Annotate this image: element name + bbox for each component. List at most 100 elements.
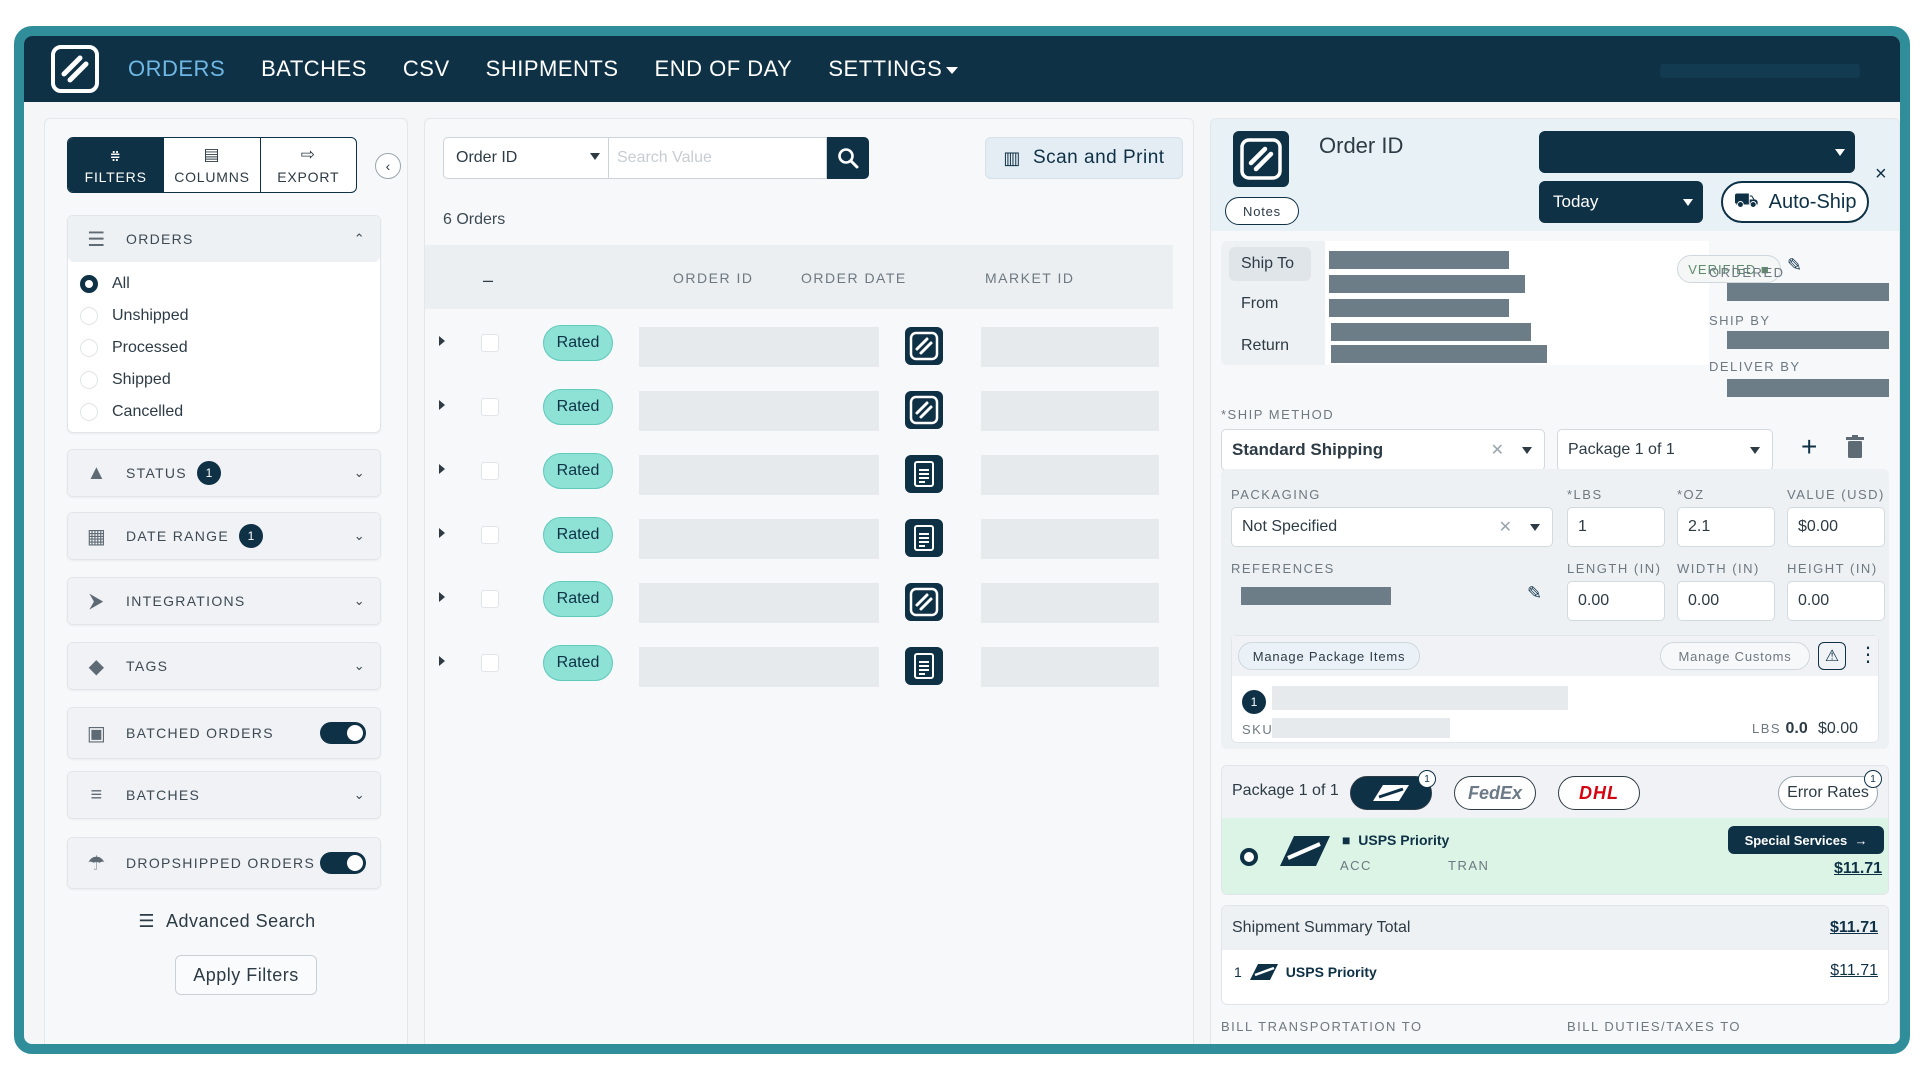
tab-columns[interactable]: ▤ COLUMNS (164, 138, 261, 192)
package-select[interactable]: Package 1 of 1 (1557, 429, 1773, 471)
table-row[interactable]: Rated (425, 443, 1173, 499)
table-row[interactable]: Rated (425, 315, 1173, 371)
search-button[interactable] (827, 137, 869, 179)
ship-method-select[interactable]: Standard Shipping ✕ (1221, 429, 1545, 471)
edit-address-icon[interactable]: ✎ (1787, 255, 1802, 276)
packaging-select[interactable]: Not Specified ✕ (1231, 507, 1553, 547)
add-package-icon[interactable]: + (1801, 431, 1817, 463)
rate-price[interactable]: $11.71 (1834, 860, 1882, 878)
summary-total[interactable]: $11.71 (1830, 919, 1878, 937)
rate-option-usps-priority[interactable]: ■ USPS Priority ACC TRAN Special Service… (1222, 818, 1888, 894)
box-icon: ■ (1342, 832, 1351, 848)
summary-line-price[interactable]: $11.71 (1830, 962, 1878, 980)
nav-shipments[interactable]: SHIPMENTS (486, 56, 619, 82)
tab-export[interactable]: ⇨ EXPORT (261, 138, 356, 192)
clear-icon[interactable]: ✕ (1499, 517, 1512, 537)
row-checkbox[interactable] (481, 526, 499, 544)
manage-package-items-button[interactable]: Manage Package Items (1238, 642, 1420, 670)
radio-processed[interactable]: Processed (68, 332, 380, 364)
rates-card: Package 1 of 1 1 FedEx DHL Error Rates 1… (1221, 765, 1889, 895)
references-label: REFERENCES (1231, 561, 1335, 576)
value-input[interactable]: $0.00 (1787, 507, 1885, 547)
orders-filter-header[interactable]: ☰ ORDERS ⌃ (68, 216, 380, 262)
collapse-panel-button[interactable]: ‹ (375, 153, 401, 179)
nav-orders[interactable]: ORDERS (128, 56, 225, 82)
advanced-search-link[interactable]: ☰ Advanced Search (45, 911, 409, 932)
oz-input[interactable]: 2.1 (1677, 507, 1775, 547)
search-input[interactable] (609, 137, 827, 179)
nav-batches[interactable]: BATCHES (261, 56, 367, 82)
auto-ship-button[interactable]: ⛟ Auto-Ship (1721, 181, 1869, 223)
expand-icon[interactable] (439, 592, 445, 602)
tab-ship-to[interactable]: Ship To (1229, 247, 1311, 281)
tab-from[interactable]: From (1229, 287, 1311, 321)
rate-radio[interactable] (1240, 848, 1258, 866)
expand-icon[interactable] (439, 400, 445, 410)
document-icon (905, 519, 943, 557)
nav-end-of-day[interactable]: END OF DAY (655, 56, 793, 82)
column-market-id[interactable]: MARKET ID (985, 270, 1074, 286)
date-range-filter-card[interactable]: ▦ DATE RANGE 1 ⌄ (67, 512, 381, 560)
manage-customs-button[interactable]: Manage Customs (1660, 642, 1810, 670)
row-checkbox[interactable] (481, 654, 499, 672)
lbs-input[interactable]: 1 (1567, 507, 1665, 547)
logo-icon[interactable] (50, 44, 100, 94)
date-range-count-badge: 1 (238, 524, 263, 548)
nav-csv[interactable]: CSV (403, 56, 450, 82)
table-row[interactable]: Rated (425, 379, 1173, 435)
tab-filters[interactable]: ⩷ FILTERS (68, 138, 165, 192)
fedex-carrier-button[interactable]: FedEx (1454, 776, 1536, 810)
select-all-checkbox[interactable]: – (483, 270, 495, 291)
width-input[interactable]: 0.00 (1677, 581, 1775, 621)
nav-settings[interactable]: SETTINGS (828, 56, 959, 82)
batches-filter-card[interactable]: ≡ BATCHES ⌄ (67, 771, 381, 819)
length-input[interactable]: 0.00 (1567, 581, 1665, 621)
radio-shipped[interactable]: Shipped (68, 364, 380, 396)
status-filter-card[interactable]: ▲ STATUS 1 ⌄ (67, 449, 381, 497)
value-label: VALUE (USD) (1787, 487, 1885, 502)
table-row[interactable]: Rated (425, 507, 1173, 563)
scan-and-print-button[interactable]: ▥ Scan and Print (985, 137, 1183, 179)
more-options-icon[interactable]: ⋮ (1858, 642, 1878, 667)
apply-filters-button[interactable]: Apply Filters (175, 955, 317, 995)
dhl-carrier-button[interactable]: DHL (1558, 776, 1640, 810)
expand-icon[interactable] (439, 336, 445, 346)
radio-unshipped[interactable]: Unshipped (68, 300, 380, 332)
row-checkbox[interactable] (481, 334, 499, 352)
delete-package-icon[interactable] (1845, 435, 1865, 459)
column-order-id[interactable]: ORDER ID (673, 270, 753, 286)
expand-icon[interactable] (439, 656, 445, 666)
dropshipped-orders-toggle[interactable] (320, 852, 366, 874)
warning-icon[interactable]: ⚠ (1818, 642, 1846, 670)
tab-columns-label: COLUMNS (174, 169, 250, 185)
height-input[interactable]: 0.00 (1787, 581, 1885, 621)
ship-date-select[interactable]: Today (1539, 181, 1703, 223)
edit-reference-icon[interactable]: ✎ (1527, 583, 1542, 604)
integrations-filter-card[interactable]: ⮞ INTEGRATIONS ⌄ (67, 577, 381, 625)
table-row[interactable]: Rated (425, 635, 1173, 691)
batched-orders-toggle[interactable] (320, 722, 366, 744)
column-order-date[interactable]: ORDER DATE (801, 270, 907, 286)
chevron-down-icon: ⌄ (353, 465, 366, 480)
radio-cancelled[interactable]: Cancelled (68, 396, 380, 428)
table-row[interactable]: Rated (425, 571, 1173, 627)
search-field-select[interactable]: Order ID (443, 137, 609, 179)
close-icon[interactable]: × (1875, 163, 1887, 186)
batched-orders-label: BATCHED ORDERS (126, 725, 274, 741)
order-id-title: Order ID (1319, 133, 1404, 158)
row-checkbox[interactable] (481, 462, 499, 480)
tab-return[interactable]: Return (1229, 329, 1311, 363)
tags-filter-card[interactable]: ◆ TAGS ⌄ (67, 642, 381, 690)
account-menu-redacted[interactable] (1660, 64, 1860, 78)
notes-button[interactable]: Notes (1225, 197, 1299, 225)
radio-all[interactable]: All (68, 268, 380, 300)
package-items: Manage Package Items Manage Customs ⚠ ⋮ … (1231, 635, 1879, 743)
clear-icon[interactable]: ✕ (1491, 440, 1504, 460)
row-checkbox[interactable] (481, 398, 499, 416)
row-checkbox[interactable] (481, 590, 499, 608)
special-services-button[interactable]: Special Services → (1728, 826, 1884, 854)
expand-icon[interactable] (439, 528, 445, 538)
error-rates-button[interactable]: Error Rates (1778, 776, 1878, 810)
expand-icon[interactable] (439, 464, 445, 474)
warehouse-select[interactable] (1539, 131, 1855, 173)
